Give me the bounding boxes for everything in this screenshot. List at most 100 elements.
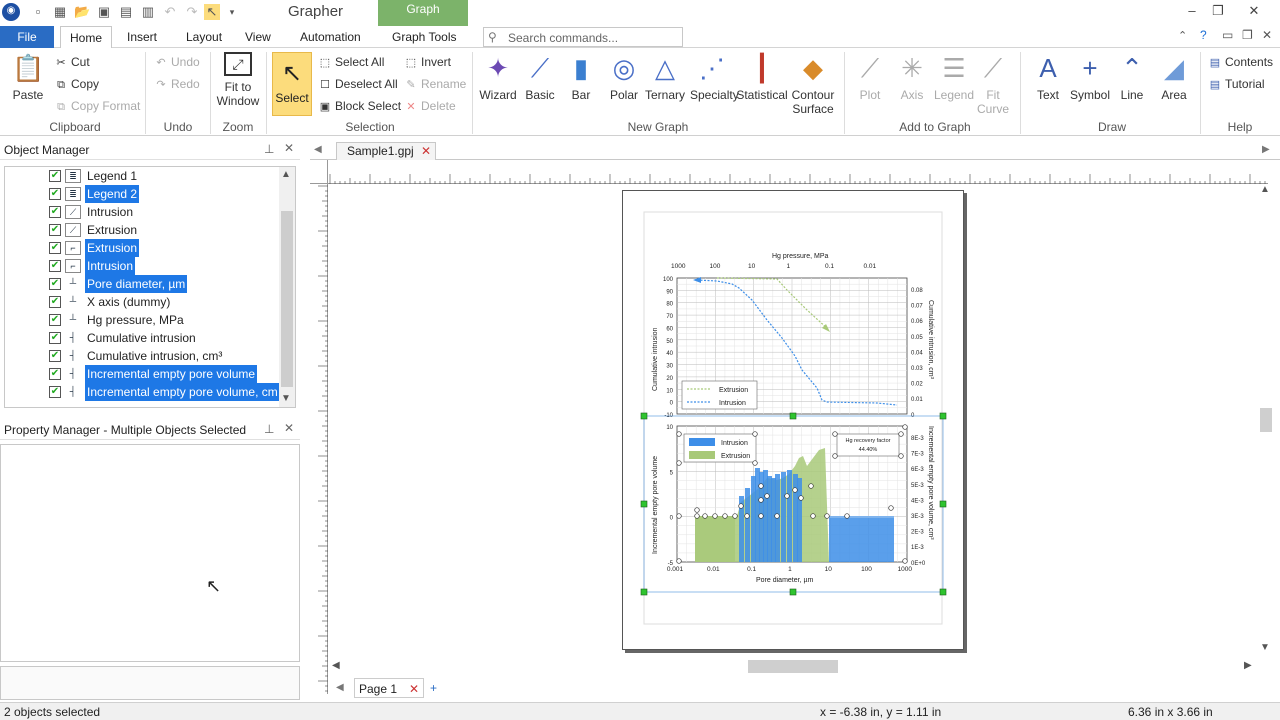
pin-icon[interactable]: ⊥	[264, 142, 274, 156]
text-button[interactable]: A Text	[1028, 52, 1068, 102]
checkbox[interactable]: ✔	[49, 242, 61, 254]
tree-row[interactable]: ✔ ┤ Cumulative intrusion	[5, 329, 285, 347]
vscroll-thumb[interactable]	[1260, 408, 1272, 432]
qat-redo-icon[interactable]: ↷	[184, 4, 200, 20]
tutorial-button[interactable]: ▤ Tutorial	[1208, 74, 1265, 94]
tree-row[interactable]: ✔ ┴ Hg pressure, MPa	[5, 311, 285, 329]
paste-button[interactable]: 📋 Paste	[8, 52, 48, 102]
basic-button[interactable]: ⟋ Basic	[520, 52, 560, 102]
tab-automation[interactable]: Automation	[291, 26, 370, 48]
tab-graph-tools[interactable]: Graph Tools	[383, 26, 465, 48]
undo-button[interactable]: ↶ Undo	[154, 52, 199, 72]
export-icon[interactable]: ▤	[118, 4, 134, 20]
tree-row[interactable]: ✔ ⌐ Extrusion	[5, 239, 285, 257]
vscroll-up-icon[interactable]: ▲	[1260, 184, 1270, 195]
document-tab[interactable]: Sample1.gpj ✕	[336, 142, 436, 160]
specialty-button[interactable]: ⋰ Specialty	[690, 52, 739, 102]
tab-close-icon[interactable]: ✕	[421, 143, 431, 160]
select-all-button[interactable]: ⬚ Select All	[318, 52, 385, 72]
line-button[interactable]: ⌃ Line	[1112, 52, 1152, 102]
search-input[interactable]: Search commands...	[483, 27, 683, 47]
mdi-close-icon[interactable]: ✕	[1262, 28, 1272, 42]
fit-to-window-button[interactable]: ⤢ Fit to Window	[214, 52, 262, 108]
tree-row[interactable]: ✔ ┤ Incremental empty pore volume, cm	[5, 383, 285, 401]
tab-view[interactable]: View	[236, 26, 280, 48]
tab-insert[interactable]: Insert	[118, 26, 166, 48]
mdi-restore-icon[interactable]: ❐	[1242, 28, 1253, 42]
restore-icon[interactable]: ❐	[1208, 3, 1228, 21]
tree-row[interactable]: ✔ ┴ X axis (dummy)	[5, 293, 285, 311]
tab-scroll-left-icon[interactable]: ◀	[314, 144, 322, 155]
checkbox[interactable]: ✔	[49, 314, 61, 326]
tree-scroll-thumb[interactable]	[281, 211, 293, 387]
panel-close-icon[interactable]: ✕	[284, 421, 294, 435]
open-icon[interactable]: 📂	[74, 4, 90, 20]
add-plot-button[interactable]: ⟋ Plot	[850, 52, 890, 102]
delete-button[interactable]: ✕ Delete	[404, 96, 455, 116]
tree-row[interactable]: ✔ ⟋ Intrusion	[5, 203, 285, 221]
add-legend-button[interactable]: ☰ Legend	[932, 52, 976, 102]
tab-scroll-right-icon[interactable]: ▶	[1262, 144, 1270, 155]
tree-row[interactable]: ✔ ⟋ Extrusion	[5, 221, 285, 239]
graph-svg[interactable]: Hg pressure, MPa1000 100 10 1 0.1 0.011009080…	[622, 190, 964, 650]
wizard-button[interactable]: ✦ Wizard	[478, 52, 518, 102]
panel-close-icon[interactable]: ✕	[284, 141, 294, 155]
checkbox[interactable]: ✔	[49, 386, 61, 398]
page-prev-icon[interactable]: ◀	[336, 678, 344, 698]
hscroll-right-icon[interactable]: ▶	[1244, 660, 1252, 671]
close-doc-icon[interactable]: ▥	[140, 4, 156, 20]
scroll-up-icon[interactable]: ▲	[281, 169, 291, 180]
file-menu[interactable]: File	[0, 26, 54, 48]
help-icon[interactable]: ?	[1200, 28, 1207, 42]
new-worksheet-icon[interactable]: ▦	[52, 4, 68, 20]
copy-format-button[interactable]: ⧉ Copy Format	[54, 96, 140, 116]
new-icon[interactable]: ▫	[30, 4, 46, 20]
checkbox[interactable]: ✔	[49, 206, 61, 218]
tree-row[interactable]: ✔ ┤ Cumulative intrusion, cm³	[5, 347, 285, 365]
checkbox[interactable]: ✔	[49, 278, 61, 290]
tree-row[interactable]: ✔ ≣ Legend 2	[5, 185, 285, 203]
add-page-icon[interactable]: +	[430, 678, 437, 698]
checkbox[interactable]: ✔	[49, 350, 61, 362]
fit-curve-button[interactable]: ⟋ Fit Curve	[976, 52, 1010, 116]
rename-button[interactable]: ✎ Rename	[404, 74, 466, 94]
block-select-button[interactable]: ▣ Block Select	[318, 96, 401, 116]
close-icon[interactable]: ✕	[1244, 3, 1264, 21]
tree-row[interactable]: ✔ ≣ Legend 1	[5, 167, 285, 185]
polar-button[interactable]: ◎ Polar	[604, 52, 644, 102]
tree-row[interactable]: ✔ ⌐ Intrusion	[5, 257, 285, 275]
symbol-button[interactable]: + Symbol	[1070, 52, 1110, 102]
redo-button[interactable]: ↷ Redo	[154, 74, 199, 94]
bar-button[interactable]: ▮ Bar	[561, 52, 601, 102]
mdi-minimize-icon[interactable]: ▭	[1222, 28, 1233, 42]
checkbox[interactable]: ✔	[49, 296, 61, 308]
checkbox[interactable]: ✔	[49, 188, 61, 200]
statistical-button[interactable]: ┃ Statistical	[736, 52, 788, 102]
tree-row[interactable]: ✔ ┤ Incremental empty pore volume	[5, 365, 285, 383]
tab-home[interactable]: Home	[60, 26, 113, 49]
hscroll-thumb[interactable]	[748, 660, 838, 673]
deselect-all-button[interactable]: ☐ Deselect All	[318, 74, 398, 94]
minimize-icon[interactable]: –	[1182, 3, 1202, 21]
contour-surface-button[interactable]: ◆ Contour Surface	[790, 52, 836, 116]
tab-layout[interactable]: Layout	[177, 26, 231, 48]
qat-dropdown-icon[interactable]: ▾	[224, 4, 240, 20]
qat-select-icon[interactable]: ↖	[204, 4, 220, 20]
contents-button[interactable]: ▤ Contents	[1208, 52, 1273, 72]
collapse-ribbon-icon[interactable]: ⌃	[1178, 29, 1187, 42]
qat-undo-icon[interactable]: ↶	[162, 4, 178, 20]
pin-icon[interactable]: ⊥	[264, 422, 274, 436]
area-button[interactable]: ◢ Area	[1154, 52, 1194, 102]
hscroll-left-icon[interactable]: ◀	[332, 660, 340, 671]
cut-button[interactable]: ✂ Cut	[54, 52, 89, 72]
ternary-button[interactable]: △ Ternary	[645, 52, 685, 102]
add-axis-button[interactable]: ✳ Axis	[892, 52, 932, 102]
checkbox[interactable]: ✔	[49, 260, 61, 272]
scroll-down-icon[interactable]: ▼	[281, 393, 291, 404]
page-tab[interactable]: Page 1 ✕	[354, 678, 424, 698]
page-close-icon[interactable]: ✕	[409, 679, 419, 699]
vscroll-down-icon[interactable]: ▼	[1260, 642, 1270, 653]
copy-button[interactable]: ⧉ Copy	[54, 74, 99, 94]
select-button[interactable]: ↖ Select	[272, 52, 312, 116]
invert-button[interactable]: ⬚ Invert	[404, 52, 451, 72]
